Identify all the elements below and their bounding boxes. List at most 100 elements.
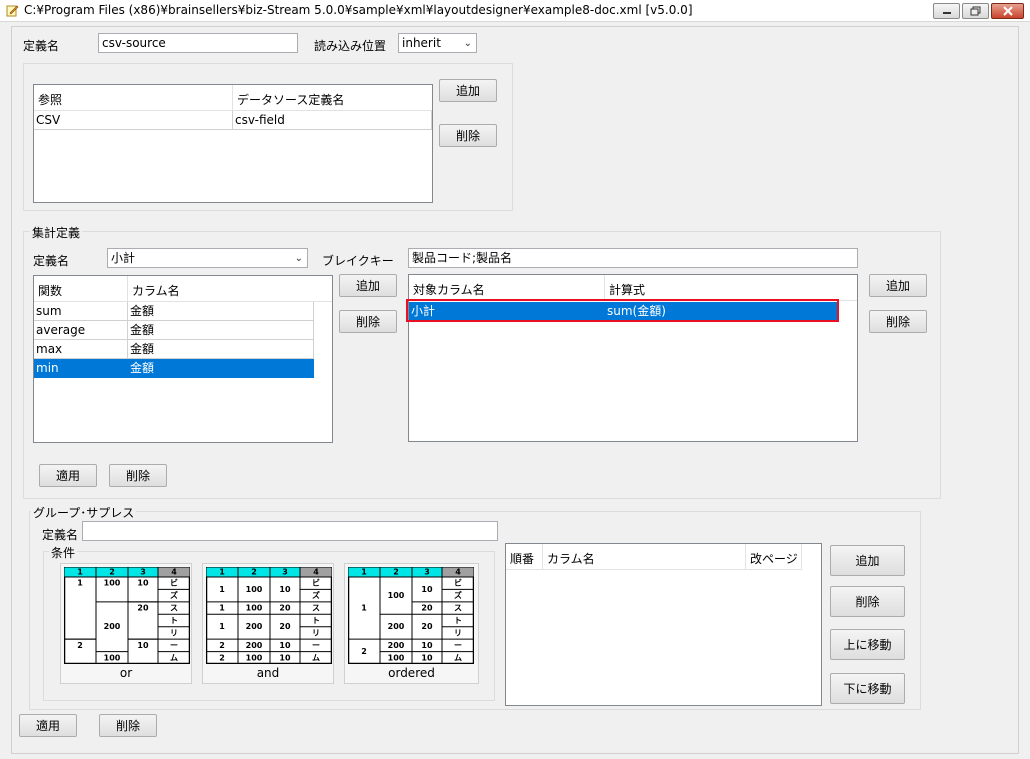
selection-highlight bbox=[406, 299, 839, 322]
mini-table-text: 10 bbox=[279, 641, 291, 650]
definition-name-input[interactable]: csv-source bbox=[98, 33, 298, 53]
window-title: C:¥Program Files (x86)¥brainsellers¥biz-… bbox=[24, 3, 693, 17]
mini-table-text: 20 bbox=[137, 604, 149, 613]
minimize-icon bbox=[942, 12, 951, 14]
table-row[interactable]: max 金額 bbox=[34, 340, 332, 359]
datasource-cell: csv-field bbox=[233, 111, 432, 130]
function-cell: average bbox=[34, 321, 128, 340]
reference-add-button[interactable]: 追加 bbox=[439, 79, 497, 102]
mini-table-text: 1 bbox=[219, 585, 225, 594]
move-down-button[interactable]: 下に移動 bbox=[830, 673, 905, 704]
read-position-value: inherit bbox=[402, 36, 441, 50]
column-name-cell: 金額 bbox=[128, 340, 314, 359]
delete-button[interactable]: 削除 bbox=[99, 714, 157, 737]
column-header[interactable]: 改ページ bbox=[746, 544, 802, 570]
column-header[interactable]: カラム名 bbox=[128, 276, 332, 302]
read-position-label: 読み込み位置 bbox=[314, 39, 387, 53]
target-add-button[interactable]: 追加 bbox=[869, 274, 927, 297]
mini-table-text: 200 bbox=[388, 641, 405, 650]
mini-table-text: 100 bbox=[246, 604, 263, 613]
mini-table-text: 1 bbox=[361, 568, 367, 577]
mini-table-text: ト bbox=[170, 616, 178, 625]
mini-table-text: 3 bbox=[424, 568, 430, 577]
move-up-button[interactable]: 上に移動 bbox=[830, 629, 905, 660]
mini-table-text: 200 bbox=[246, 641, 263, 650]
mini-table-text: 20 bbox=[279, 622, 291, 631]
function-cell: sum bbox=[34, 302, 128, 321]
read-position-select[interactable]: inherit ⌄ bbox=[398, 33, 477, 53]
maximize-button[interactable] bbox=[962, 3, 989, 19]
ordered-mode-option[interactable]: 1 2 3 4 1 2 100 200 200 100 10 20 20 10 10 ビズストリーム orde… bbox=[344, 563, 479, 684]
column-header[interactable]: 参照 bbox=[34, 85, 233, 111]
mini-table-text: 20 bbox=[279, 604, 291, 613]
mini-table-text: 100 bbox=[246, 585, 263, 594]
mini-table-text: ー bbox=[312, 641, 320, 650]
mini-table-text: ス bbox=[454, 604, 462, 613]
or-mode-table-illustration: 1 2 3 4 1 2 100 200 100 10 20 10 ビズストリーム bbox=[64, 567, 190, 664]
definition-name-label: 定義名 bbox=[23, 39, 60, 53]
or-mode-label: or bbox=[119, 666, 133, 680]
mini-table-text: 20 bbox=[421, 604, 433, 613]
function-delete-button[interactable]: 削除 bbox=[339, 310, 397, 333]
mini-table-text: ズ bbox=[170, 590, 178, 600]
suppress-name-input[interactable] bbox=[82, 521, 498, 541]
breakkey-input[interactable]: 製品コード;製品名 bbox=[408, 248, 858, 268]
reference-table[interactable]: 参照 データソース定義名 CSV csv-field bbox=[33, 84, 433, 203]
apply-button[interactable]: 適用 bbox=[19, 714, 77, 737]
aggregate-name-select[interactable]: 小計 ⌄ bbox=[107, 248, 308, 268]
function-add-button[interactable]: 追加 bbox=[339, 274, 397, 297]
chevron-down-icon: ⌄ bbox=[463, 38, 472, 49]
minimize-button[interactable] bbox=[933, 3, 960, 19]
column-header[interactable]: 順番 bbox=[506, 544, 543, 570]
mini-table-text: リ bbox=[454, 628, 462, 637]
table-row[interactable]: sum 金額 bbox=[34, 302, 332, 321]
condition-label: 条件 bbox=[49, 544, 78, 561]
mini-table-text: 2 bbox=[361, 647, 367, 656]
title-bar: C:¥Program Files (x86)¥brainsellers¥biz-… bbox=[0, 0, 1030, 22]
table-row-selected[interactable]: min 金額 bbox=[34, 359, 332, 378]
mini-table-text: 2 bbox=[219, 653, 225, 662]
mini-table-text: 1 bbox=[77, 568, 83, 577]
table-row[interactable]: average 金額 bbox=[34, 321, 332, 340]
suppress-name-label: 定義名 bbox=[42, 528, 79, 542]
mini-table-text: ビ bbox=[170, 578, 178, 588]
mini-table-text: ズ bbox=[454, 590, 462, 600]
mini-table-text: ビ bbox=[454, 578, 462, 588]
table-row[interactable]: CSV csv-field bbox=[34, 111, 432, 130]
target-delete-button[interactable]: 削除 bbox=[869, 310, 927, 333]
aggregate-delete-button[interactable]: 削除 bbox=[109, 464, 167, 487]
column-header[interactable]: 関数 bbox=[34, 276, 128, 302]
mini-table-text: ム bbox=[170, 653, 178, 662]
aggregate-name-label: 定義名 bbox=[33, 254, 70, 268]
mini-table-text: 2 bbox=[393, 568, 399, 577]
mini-table-text: 10 bbox=[421, 641, 433, 650]
mini-table-text: 2 bbox=[77, 641, 83, 650]
mini-table-text: 1 bbox=[77, 579, 83, 588]
column-header[interactable]: データソース定義名 bbox=[233, 85, 432, 111]
mini-table-text: 10 bbox=[421, 653, 433, 662]
mini-table-text: 100 bbox=[388, 591, 405, 600]
mini-table-text: ト bbox=[312, 616, 320, 625]
close-button[interactable] bbox=[991, 3, 1024, 19]
column-header[interactable]: カラム名 bbox=[543, 544, 746, 570]
mini-table-text: 100 bbox=[388, 653, 405, 662]
mini-table-text: 10 bbox=[137, 641, 149, 650]
reference-cell: CSV bbox=[34, 111, 233, 130]
column-name-cell: 金額 bbox=[128, 359, 314, 378]
suppress-delete-button[interactable]: 削除 bbox=[830, 586, 905, 617]
aggregate-apply-button[interactable]: 適用 bbox=[39, 464, 97, 487]
reference-delete-button[interactable]: 削除 bbox=[439, 124, 497, 147]
and-mode-option[interactable]: 1 2 3 4 1 100 10 1 100 20 1 200 20 2 200 10 2 100 10 ビズストリー… bbox=[202, 563, 334, 684]
mini-table-text: 1 bbox=[361, 604, 367, 613]
column-header[interactable]: 対象カラム名 bbox=[409, 275, 605, 301]
mini-table-text: ー bbox=[454, 641, 462, 650]
function-table[interactable]: 関数 カラム名 sum 金額 average 金額 max 金額 min 金額 bbox=[33, 275, 333, 443]
or-mode-option[interactable]: 1 2 3 4 1 2 100 200 100 10 20 10 ビズストリーム or bbox=[60, 563, 192, 684]
document-edit-icon bbox=[6, 5, 19, 17]
group-suppress-title: グループ･サプレス bbox=[31, 504, 137, 521]
column-header[interactable]: 計算式 bbox=[605, 275, 857, 301]
mini-table-text: 4 bbox=[313, 568, 319, 577]
order-table[interactable]: 順番 カラム名 改ページ bbox=[505, 543, 822, 706]
column-name-cell: 金額 bbox=[128, 302, 314, 321]
suppress-add-button[interactable]: 追加 bbox=[830, 545, 905, 576]
